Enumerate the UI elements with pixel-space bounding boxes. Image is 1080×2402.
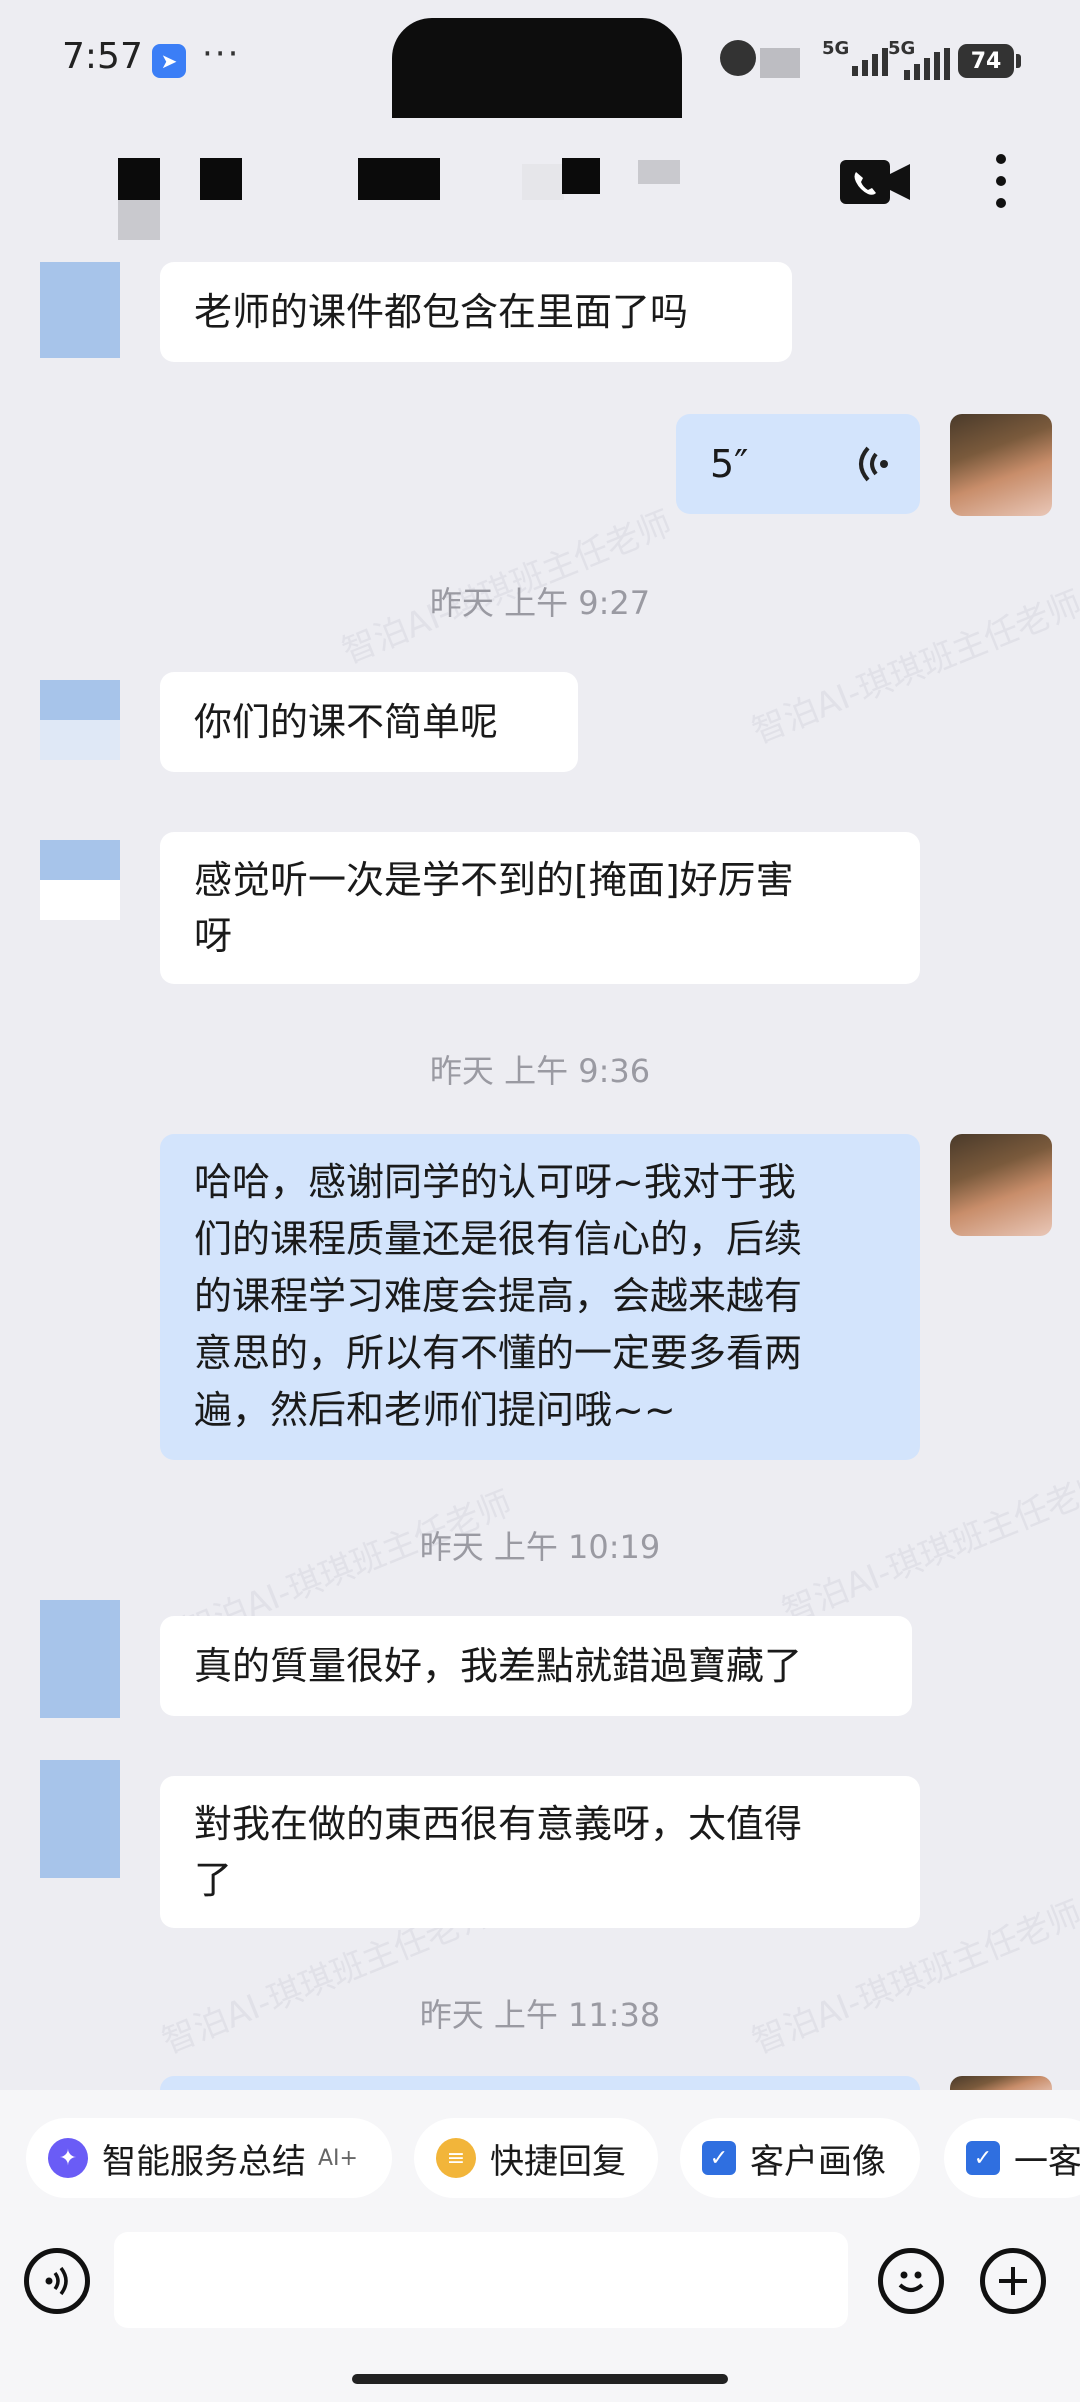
quick-reply-icon: ≡ (436, 2138, 476, 2178)
redacted-title-block (562, 158, 600, 194)
message-text: 你们的课不简单呢 (194, 700, 499, 744)
checkbox-icon: ✓ (966, 2141, 1000, 2175)
chip-label: 智能服务总结 (102, 2141, 306, 2182)
redacted-title-block (522, 164, 564, 200)
signal-1-icon (852, 48, 888, 76)
feishu-plane-icon: ➤ (152, 44, 186, 78)
camera-cutout-redaction-lower (400, 60, 680, 118)
message-text: 老师的课件都包含在里面了吗 (194, 290, 689, 334)
redacted-title-block (200, 158, 242, 200)
redacted-title-block (118, 200, 160, 240)
message-bubble-incoming[interactable]: 老师的课件都包含在里面了吗 (160, 262, 792, 362)
avatar[interactable] (950, 1134, 1052, 1236)
message-input[interactable] (114, 2232, 848, 2328)
message-bubble-incoming[interactable]: 真的質量很好，我差點就錯過寶藏了 (160, 1616, 912, 1716)
checkbox-icon: ✓ (702, 2141, 736, 2175)
battery-tip (1016, 54, 1021, 68)
plus-icon[interactable] (980, 2248, 1046, 2314)
status-more-dots: ··· (202, 34, 241, 74)
video-call-icon[interactable] (838, 158, 912, 210)
status-time: 7:57 (62, 36, 143, 77)
message-text: 们的课程质量还是很有信心的，后续 (194, 1217, 803, 1261)
message-text: 哈哈，感谢同学的认可呀~我对于我 (194, 1160, 796, 1204)
avatar-blurred (40, 720, 120, 760)
voice-duration: 5″ (710, 442, 749, 486)
message-bubble-incoming[interactable]: 你们的课不简单呢 (160, 672, 578, 772)
message-text: 感觉听一次是学不到的[掩面]好厉害 (194, 858, 794, 902)
avatar[interactable] (40, 840, 120, 880)
message-bubble-outgoing[interactable]: 哈哈，感谢同学的认可呀~我对于我 们的课程质量还是很有信心的，后续 的课程学习难… (160, 1134, 920, 1460)
emoji-icon[interactable] (878, 2248, 944, 2314)
timestamp: 昨天 上午 11:38 (419, 1996, 661, 2034)
message-text: 對我在做的東西很有意義呀，太值得 (194, 1802, 803, 1846)
redacted-title-block (118, 158, 160, 200)
message-bubble-incoming[interactable]: 對我在做的東西很有意義呀，太值得 了 (160, 1776, 920, 1928)
avatar[interactable] (40, 262, 120, 358)
quick-action-4-button[interactable]: ✓ 一客 (944, 2118, 1080, 2198)
message-bubble-incoming[interactable]: 感觉听一次是学不到的[掩面]好厉害 呀 (160, 832, 920, 984)
more-vertical-icon[interactable] (996, 154, 1006, 220)
timestamp: 昨天 上午 9:27 (429, 584, 651, 622)
avatar[interactable] (40, 680, 120, 720)
message-text: 的课程学习难度会提高，会越来越有 (194, 1274, 803, 1318)
network-type-1: 5G (822, 38, 850, 59)
timestamp: 昨天 上午 9:36 (429, 1052, 651, 1090)
avatar-blurred (40, 880, 120, 920)
message-text: 了 (194, 1858, 233, 1902)
status-icon-blurred (720, 40, 756, 76)
customer-profile-button[interactable]: ✓ 客户画像 (680, 2118, 920, 2198)
avatar[interactable] (40, 1760, 120, 1878)
timestamp: 昨天 上午 10:19 (419, 1528, 661, 1566)
avatar[interactable] (950, 414, 1052, 516)
avatar[interactable] (40, 1600, 120, 1718)
ai-sparkle-icon: ✦ (48, 2138, 88, 2178)
voice-wave-icon (859, 446, 888, 482)
home-indicator[interactable] (352, 2374, 728, 2384)
battery-icon: 74 (958, 44, 1014, 78)
quick-reply-button[interactable]: ≡ 快捷回复 (414, 2118, 658, 2198)
chip-label: 一客 (1014, 2141, 1080, 2182)
redacted-title-block (358, 158, 440, 200)
status-icon-blurred-2 (760, 48, 800, 78)
chip-label: 客户画像 (750, 2141, 886, 2182)
chip-label: 快捷回复 (490, 2141, 626, 2182)
ai-tag: AI+ (318, 2145, 358, 2171)
signal-2-icon (904, 48, 950, 80)
message-text: 遍，然后和老师们提问哦~~ (194, 1388, 676, 1432)
redacted-title-block (638, 160, 680, 184)
message-text: 真的質量很好，我差點就錯過寶藏了 (194, 1644, 803, 1688)
voice-input-icon[interactable] (24, 2248, 90, 2314)
smart-summary-button[interactable]: ✦ 智能服务总结 AI+ (26, 2118, 392, 2198)
voice-message-bubble[interactable]: 5″ (676, 414, 920, 514)
message-text: 意思的，所以有不懂的一定要多看两 (194, 1331, 803, 1375)
message-text: 呀 (194, 914, 233, 958)
